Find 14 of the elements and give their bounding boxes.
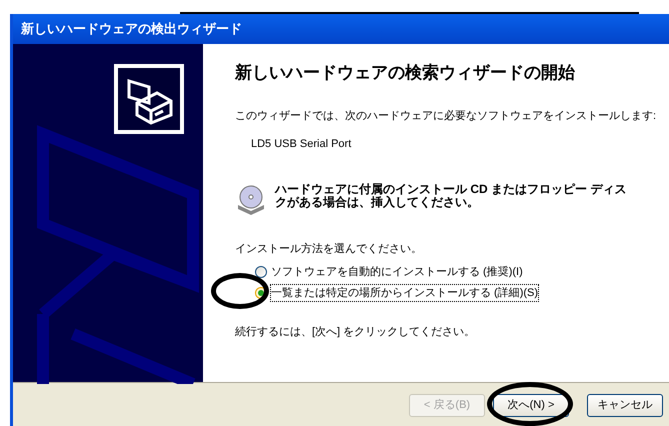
intro-text: このウィザードでは、次のハードウェアに必要なソフトウェアをインストールします: [235,108,658,124]
cd-drive-icon [235,182,267,214]
device-name: LD5 USB Serial Port [251,137,352,152]
wizard-heading: 新しいハードウェアの検索ウィザードの開始 [235,62,576,84]
radio-label[interactable]: ソフトウェアを自動的にインストールする (推奨)(I) [270,263,524,282]
continue-text: 続行するには、[次へ] をクリックしてください。 [235,325,476,340]
radio-button[interactable] [255,266,267,278]
prompt-text: インストール方法を選んでください。 [235,242,423,256]
hardware-icon [114,64,184,134]
cd-notice-text: ハードウェアに付属のインストール CD またはフロッピー ディスクがある場合は、挿入してください。 [275,182,628,208]
wizard-button[interactable]: 次へ(N) > [493,394,569,417]
radio-label[interactable]: 一覧または特定の場所からインストールする (詳細)(S) [270,284,540,302]
wizard-button[interactable]: キャンセル [587,394,663,417]
window-title: 新しいハードウェアの検出ウィザード [21,20,242,38]
